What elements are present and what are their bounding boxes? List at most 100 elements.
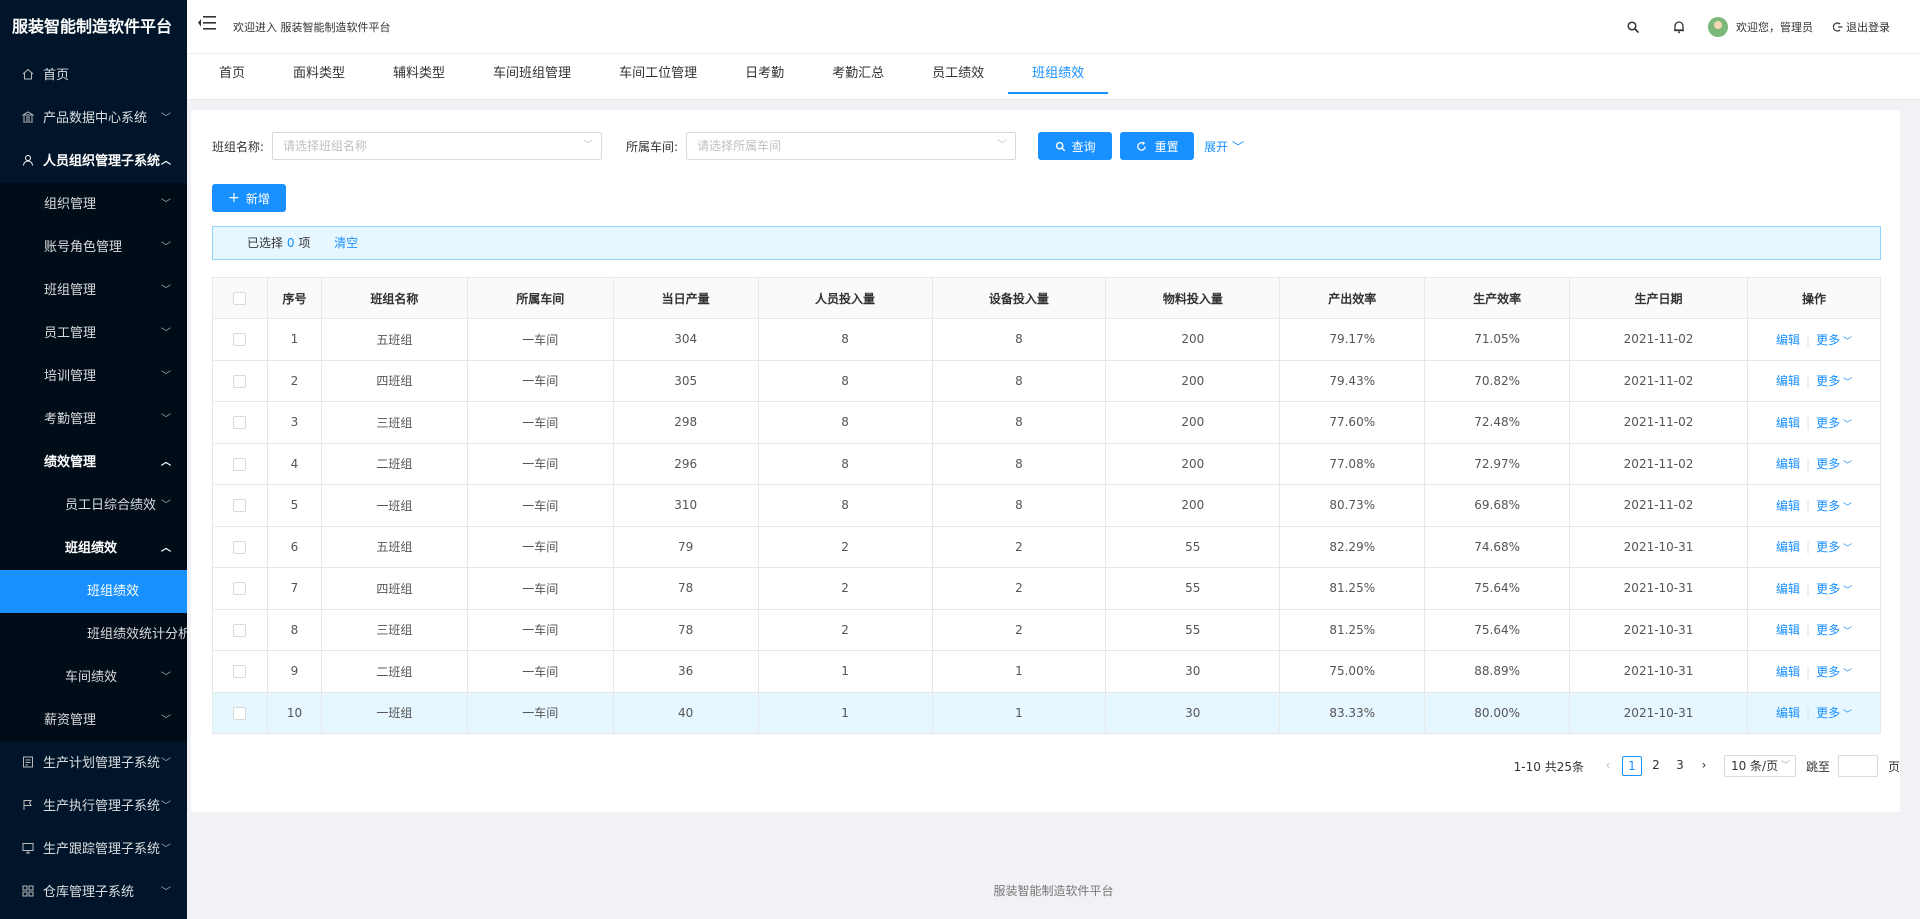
sidebar-item[interactable]: 员工管理 ﹀ [0,312,187,355]
edit-link[interactable]: 编辑 [1776,540,1800,554]
table-cell: 8 [266,608,322,651]
more-link[interactable]: 更多 [1816,623,1840,637]
expand-label: 展开 [1204,139,1229,154]
tab-item[interactable]: 首页 [195,54,269,100]
add-label: 新增 [245,191,270,206]
table-cell: 71.05% [1424,318,1571,361]
chevron-down-icon[interactable]: ﹀ [1840,503,1852,513]
tab-item[interactable]: 员工绩效 [908,54,1008,100]
edit-link[interactable]: 编辑 [1776,416,1800,430]
chevron-down-icon[interactable]: ﹀ [1840,627,1852,637]
reset-button[interactable]: 重置 [1120,132,1195,160]
jump-page-input[interactable] [1837,755,1878,777]
row-checkbox[interactable] [233,499,247,513]
sidebar-item[interactable]: 员工日综合绩效 ﹀ [0,484,187,527]
tab-item[interactable]: 日考勤 [721,54,808,100]
more-link[interactable]: 更多 [1816,499,1840,513]
row-checkbox[interactable] [233,665,247,679]
user-greeting[interactable]: 欢迎您，管理员 [1736,19,1813,35]
avatar[interactable] [1708,17,1728,37]
add-button[interactable]: + 新增 [212,184,286,212]
prev-page-button[interactable]: ‹ [1598,756,1618,776]
more-link[interactable]: 更多 [1816,374,1840,388]
sidebar-item[interactable]: 培训管理 ﹀ [0,355,187,398]
tab-item[interactable]: 面料类型 [269,54,369,100]
edit-link[interactable]: 编辑 [1776,623,1800,637]
more-link[interactable]: 更多 [1816,540,1840,554]
chevron-down-icon[interactable]: ﹀ [1840,378,1852,388]
sidebar-item[interactable]: 考勤管理 ﹀ [0,398,187,441]
chevron-down-icon[interactable]: ﹀ [1840,461,1852,471]
menu-fold-icon[interactable] [197,14,217,32]
select-all-checkbox[interactable] [233,292,247,305]
sidebar-item[interactable]: 生产执行管理子系统 ﹀ [0,785,187,828]
more-link[interactable]: 更多 [1816,665,1840,679]
edit-link[interactable]: 编辑 [1776,374,1800,388]
tab-item[interactable]: 考勤汇总 [808,54,908,100]
chevron-down-icon[interactable]: ﹀ [1840,337,1852,347]
edit-link[interactable]: 编辑 [1776,665,1800,679]
bell-icon[interactable] [1672,20,1686,34]
row-checkbox[interactable] [233,457,247,471]
team-name-select[interactable]: 请选择班组名称 ﹀ [272,132,603,160]
row-checkbox[interactable] [233,540,247,554]
sidebar-item[interactable]: 班组绩效 [0,570,187,613]
next-page-button[interactable]: › [1694,756,1714,776]
page-number-button[interactable]: 2 [1646,756,1666,776]
page-number-button[interactable]: 1 [1621,756,1642,776]
chevron-down-icon[interactable]: ﹀ [1840,669,1852,679]
chevron-down-icon[interactable]: ﹀ [1840,420,1852,430]
table-cell: 74.68% [1424,525,1571,568]
tab-item[interactable]: 班组绩效 [1008,54,1109,100]
edit-link[interactable]: 编辑 [1776,706,1800,720]
row-checkbox[interactable] [233,333,247,347]
sidebar-item[interactable]: 首页 [0,54,187,97]
more-link[interactable]: 更多 [1816,457,1840,471]
sidebar-item[interactable]: 班组绩效统计分析 [0,613,187,656]
sidebar-item[interactable]: 薪资管理 ﹀ [0,699,187,742]
table-cell: 55 [1105,525,1281,568]
table-cell: 70.82% [1424,359,1571,402]
row-checkbox[interactable] [233,374,247,388]
edit-link[interactable]: 编辑 [1776,582,1800,596]
more-link[interactable]: 更多 [1816,333,1840,347]
edit-link[interactable]: 编辑 [1776,499,1800,513]
table-cell: 88.89% [1424,650,1571,693]
sidebar-item[interactable]: 生产跟踪管理子系统 ﹀ [0,828,187,871]
query-button[interactable]: 查询 [1038,132,1113,160]
chevron-down-icon[interactable]: ﹀ [1840,710,1852,720]
search-icon[interactable] [1626,20,1640,34]
separator: | [1806,498,1811,513]
page-number-button[interactable]: 3 [1670,756,1690,776]
edit-link[interactable]: 编辑 [1776,457,1800,471]
row-checkbox[interactable] [233,582,247,596]
edit-link[interactable]: 编辑 [1776,333,1800,347]
sidebar-item[interactable]: 产品数据中心系统 ﹀ [0,97,187,140]
row-checkbox[interactable] [233,416,247,430]
sidebar-item[interactable]: 班组管理 ﹀ [0,269,187,312]
tab-item[interactable]: 辅料类型 [369,54,469,100]
sidebar-item[interactable]: 绩效管理 ︿ [0,441,187,484]
tab-item[interactable]: 车间工位管理 [595,54,721,100]
chevron-up-icon: ︿ [161,156,171,167]
sidebar-item[interactable]: 生产计划管理子系统 ﹀ [0,742,187,785]
more-link[interactable]: 更多 [1816,706,1840,720]
sidebar-item[interactable]: 仓库管理子系统 ﹀ [0,871,187,914]
sidebar-item[interactable]: 人员组织管理子系统 ︿ [0,140,187,183]
chevron-down-icon[interactable]: ﹀ [1840,586,1852,596]
row-checkbox[interactable] [233,623,247,637]
expand-toggle[interactable]: 展开 ﹀ [1204,138,1244,155]
row-checkbox[interactable] [233,706,247,720]
sidebar-item[interactable]: 组织管理 ﹀ [0,183,187,226]
logout-button[interactable]: 退出登录 [1833,19,1890,35]
sidebar-item[interactable]: 班组绩效 ︿ [0,527,187,570]
sidebar-item[interactable]: 账号角色管理 ﹀ [0,226,187,269]
tab-item[interactable]: 车间班组管理 [469,54,595,100]
workshop-select[interactable]: 请选择所属车间 ﹀ [686,132,1017,160]
more-link[interactable]: 更多 [1816,582,1840,596]
sidebar-item[interactable]: 车间绩效 ﹀ [0,656,187,699]
page-size-select[interactable]: 10 条/页 ﹀ [1723,755,1796,777]
chevron-down-icon[interactable]: ﹀ [1840,544,1852,554]
clear-selection-link[interactable]: 清空 [334,236,358,250]
more-link[interactable]: 更多 [1816,416,1840,430]
